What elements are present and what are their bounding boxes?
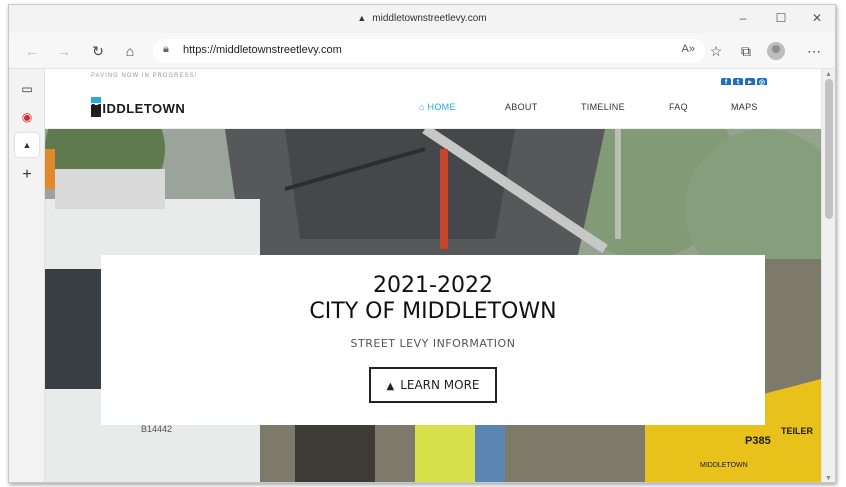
scroll-up-icon[interactable]: ▲ — [825, 71, 832, 78]
browser-toolbar: ← → ↻ ⌂ 🔒︎ https://middletownstreetlevy.… — [9, 33, 835, 69]
notice-strip: PAVING NOW IN PROGRESS! f t ▸ ◎ — [45, 69, 821, 88]
back-icon[interactable]: ← — [21, 41, 43, 61]
minimize-button[interactable]: – — [727, 9, 759, 27]
hero-year: 2021-2022 — [373, 273, 493, 298]
collections-icon[interactable]: ⧉ — [735, 41, 757, 61]
site-favicon-icon: ▲ — [357, 13, 367, 23]
home-icon[interactable]: ⌂ — [119, 41, 141, 61]
nav-home[interactable]: ⌂ HOME — [419, 102, 456, 112]
refresh-icon[interactable]: ↻ — [87, 41, 109, 61]
hero-card: 2021-2022 CITY OF MIDDLETOWN STREET LEVY… — [101, 255, 765, 425]
browser-window: ▲ middletownstreetlevy.com – ☐ ✕ ← → ↻ ⌂ … — [8, 4, 836, 483]
more-icon[interactable]: ⋯ — [803, 41, 825, 61]
address-bar[interactable]: 🔒︎ https://middletownstreetlevy.com A» — [153, 39, 705, 63]
window-title-text: middletownstreetlevy.com — [372, 13, 487, 24]
add-icon[interactable]: + — [15, 163, 39, 187]
logo-text: MIDDLETOWN — [91, 101, 186, 116]
nav-home-label: HOME — [427, 102, 456, 112]
close-button[interactable]: ✕ — [801, 9, 833, 27]
learn-more-label: LEARN MORE — [400, 378, 480, 392]
home-icon: ⌂ — [419, 102, 428, 112]
nav-maps[interactable]: MAPS — [731, 102, 758, 112]
nav-timeline[interactable]: TIMELINE — [581, 102, 625, 112]
window-title: ▲ middletownstreetlevy.com — [9, 13, 835, 24]
nav-faq[interactable]: FAQ — [669, 102, 688, 112]
title-bar: ▲ middletownstreetlevy.com – ☐ ✕ — [9, 5, 835, 33]
collections-red-icon[interactable]: ◉ — [15, 105, 39, 129]
page-scrollbar[interactable]: ▲ ▼ — [821, 69, 835, 482]
browser-sidebar: ▭ ◉ ▲ + — [9, 69, 45, 482]
forward-icon[interactable]: → — [53, 41, 75, 61]
hero-title: CITY OF MIDDLETOWN — [309, 299, 557, 324]
address-url[interactable]: https://middletownstreetlevy.com — [183, 44, 342, 56]
favorites-icon[interactable]: ☆ — [705, 41, 727, 61]
road-icon: ▲ — [386, 381, 395, 392]
machine-model: P385 — [745, 435, 771, 447]
learn-more-button[interactable]: ▲ LEARN MORE — [369, 367, 497, 403]
machine-brand: TEILER — [781, 426, 814, 436]
site-icon[interactable]: ▲ — [15, 133, 39, 157]
profile-icon[interactable] — [767, 42, 785, 60]
hero-section: B14442 P385 TEILER MIDDLETOWN 2021-2022 … — [45, 129, 821, 482]
machine-owner: MIDDLETOWN — [700, 462, 748, 469]
hero-subtitle: STREET LEVY INFORMATION — [350, 337, 516, 350]
site-logo[interactable]: MIDDLETOWN — [91, 95, 211, 123]
read-aloud-icon[interactable]: A» — [682, 43, 695, 55]
scroll-thumb[interactable] — [825, 79, 833, 219]
truck-number: B14442 — [141, 424, 172, 434]
scroll-down-icon[interactable]: ▼ — [825, 475, 832, 482]
paving-notice: PAVING NOW IN PROGRESS! — [91, 73, 198, 79]
page-viewport: PAVING NOW IN PROGRESS! f t ▸ ◎ MIDDLETOWN … — [45, 69, 821, 482]
nav-about[interactable]: ABOUT — [505, 102, 538, 112]
site-navbar: MIDDLETOWN ⌂ HOME ABOUT TIMELINE FAQ MAP… — [45, 85, 821, 129]
tabs-icon[interactable]: ▭ — [15, 77, 39, 101]
lock-icon[interactable]: 🔒︎ — [163, 43, 169, 56]
maximize-button[interactable]: ☐ — [765, 9, 797, 27]
